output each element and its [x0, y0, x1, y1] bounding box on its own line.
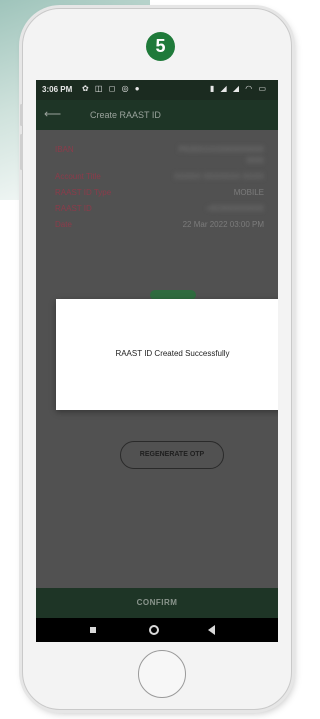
- recent-apps-icon[interactable]: [90, 627, 96, 633]
- detail-value: PK00XXXX0000000000: [178, 145, 264, 154]
- step-number-badge: 5: [146, 32, 175, 61]
- status-bar: 3:06 PM ✿ ◫ ◻ ◎ ● ▮ ◢ ◢ ◠ ▭: [36, 80, 278, 100]
- detail-label: RAAST ID Type: [55, 188, 112, 197]
- success-dialog[interactable]: RAAST ID Created Successfully: [56, 299, 278, 410]
- detail-row-raast-id: RAAST ID +923000000000: [36, 204, 278, 220]
- phone-screen: 3:06 PM ✿ ◫ ◻ ◎ ● ▮ ◢ ◢ ◠ ▭ ⟵ Create RAA…: [36, 80, 278, 642]
- phone-side-button: [20, 134, 23, 170]
- detail-value: XXXXX XXXXXXX XXXX: [174, 172, 264, 181]
- detail-label: RAAST ID: [55, 204, 92, 213]
- detail-value: +923000000000: [205, 204, 264, 213]
- detail-label: Date: [55, 220, 72, 229]
- arrow-left-icon[interactable]: ⟵: [44, 107, 61, 121]
- confirm-button[interactable]: CONFIRM: [36, 588, 278, 618]
- detail-row-raast-id-type: RAAST ID Type MOBILE: [36, 188, 278, 204]
- detail-label: Account Title: [55, 172, 101, 181]
- detail-row-date: Date 22 Mar 2022 03:00 PM: [36, 220, 278, 236]
- notification-icons: ✿ ◫ ◻ ◎ ●: [82, 84, 142, 93]
- detail-value: 22 Mar 2022 03:00 PM: [182, 220, 264, 229]
- status-time: 3:06 PM: [42, 85, 73, 94]
- home-icon[interactable]: [149, 625, 159, 635]
- detail-label: IBAN: [55, 145, 74, 154]
- detail-row-iban: IBAN PK00XXXX0000000000 0000: [36, 145, 278, 172]
- page-title: Create RAAST ID: [90, 110, 161, 120]
- phone-side-button: [20, 104, 23, 126]
- raast-details: IBAN PK00XXXX0000000000 0000 Account Tit…: [36, 145, 278, 236]
- success-message: RAAST ID Created Successfully: [115, 349, 230, 358]
- back-icon[interactable]: [208, 625, 215, 635]
- android-nav-bar: [36, 618, 278, 642]
- detail-value: 0000: [246, 156, 264, 165]
- detail-value: MOBILE: [233, 188, 264, 197]
- app-bar: ⟵ Create RAAST ID: [36, 100, 278, 130]
- regenerate-otp-button[interactable]: REGENERATE OTP: [120, 441, 224, 469]
- signal-wifi-battery-icons: ▮ ◢ ◢ ◠ ▭: [209, 84, 268, 93]
- phone-home-button[interactable]: [138, 650, 186, 698]
- detail-row-account-title: Account Title XXXXX XXXXXXX XXXX: [36, 172, 278, 188]
